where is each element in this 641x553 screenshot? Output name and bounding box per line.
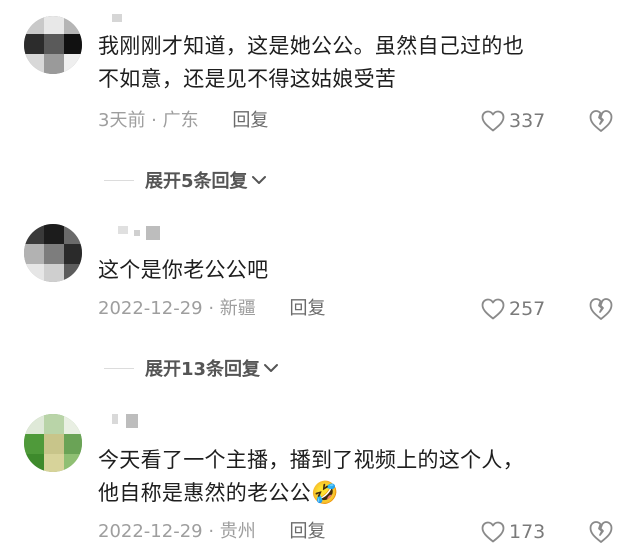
meta-separator: · bbox=[145, 110, 163, 131]
meta-separator: · bbox=[202, 298, 220, 319]
broken-heart-icon[interactable] bbox=[588, 108, 614, 134]
comment-meta: 3天前 · 广东 回复 bbox=[98, 109, 268, 133]
rofl-emoji-icon: 🤣 bbox=[311, 481, 339, 506]
reply-button[interactable]: 回复 bbox=[290, 521, 326, 542]
expand-label: 展开13条回复 bbox=[145, 359, 261, 380]
reply-button[interactable]: 回复 bbox=[232, 110, 268, 131]
avatar[interactable] bbox=[24, 414, 82, 472]
avatar[interactable] bbox=[24, 16, 82, 74]
like-button[interactable]: 173 bbox=[481, 519, 545, 545]
broken-heart-icon[interactable] bbox=[588, 519, 614, 545]
broken-heart-icon[interactable] bbox=[588, 296, 614, 322]
heart-outline-icon bbox=[481, 521, 505, 543]
avatar[interactable] bbox=[24, 224, 82, 282]
comment-location: 广东 bbox=[162, 110, 199, 131]
like-button[interactable]: 257 bbox=[481, 296, 545, 322]
comment-line: 这个是你老公公吧 bbox=[98, 258, 269, 282]
expand-divider bbox=[104, 368, 134, 369]
expand-label: 展开5条回复 bbox=[145, 171, 248, 192]
like-count: 257 bbox=[509, 298, 546, 320]
comment-line: 不如意，还是见不得这姑娘受苦 bbox=[98, 67, 397, 91]
comment-location: 贵州 bbox=[219, 521, 256, 542]
chevron-down-icon bbox=[251, 176, 266, 184]
chevron-down-icon bbox=[264, 364, 279, 372]
comment-line: 今天看了一个主播，播到了视频上的这个人， bbox=[98, 448, 524, 472]
username-redacted[interactable] bbox=[100, 414, 150, 432]
reply-button[interactable]: 回复 bbox=[290, 298, 326, 319]
comment-line: 他自称是惠然的老公公🤣 bbox=[98, 481, 339, 506]
heart-outline-icon bbox=[481, 110, 505, 132]
username-redacted[interactable] bbox=[100, 226, 170, 244]
like-count: 173 bbox=[509, 521, 546, 543]
expand-replies-button[interactable]: 展开5条回复 bbox=[145, 168, 268, 192]
meta-separator: · bbox=[202, 521, 220, 542]
comment-time: 3天前 bbox=[98, 110, 146, 131]
like-count: 337 bbox=[509, 110, 546, 132]
comment-text: 这个是你老公公吧 bbox=[98, 254, 268, 287]
expand-replies-button[interactable]: 展开13条回复 bbox=[145, 356, 280, 380]
comment-meta: 2022-12-29 · 新疆 回复 bbox=[98, 297, 326, 321]
heart-outline-icon bbox=[481, 298, 505, 320]
comment-text: 我刚刚才知道，这是她公公。虽然自己过的也 不如意，还是见不得这姑娘受苦 bbox=[98, 30, 524, 96]
comment-text: 今天看了一个主播，播到了视频上的这个人， 他自称是惠然的老公公🤣 bbox=[98, 444, 524, 510]
expand-divider bbox=[104, 180, 134, 181]
comment-time: 2022-12-29 bbox=[98, 298, 203, 319]
comment-location: 新疆 bbox=[219, 298, 256, 319]
comment-line: 我刚刚才知道，这是她公公。虽然自己过的也 bbox=[98, 34, 524, 58]
comment-list: 我刚刚才知道，这是她公公。虽然自己过的也 不如意，还是见不得这姑娘受苦 3天前 … bbox=[0, 0, 641, 553]
comment-meta: 2022-12-29 · 贵州 回复 bbox=[98, 520, 326, 544]
comment-time: 2022-12-29 bbox=[98, 521, 203, 542]
like-button[interactable]: 337 bbox=[481, 108, 545, 134]
